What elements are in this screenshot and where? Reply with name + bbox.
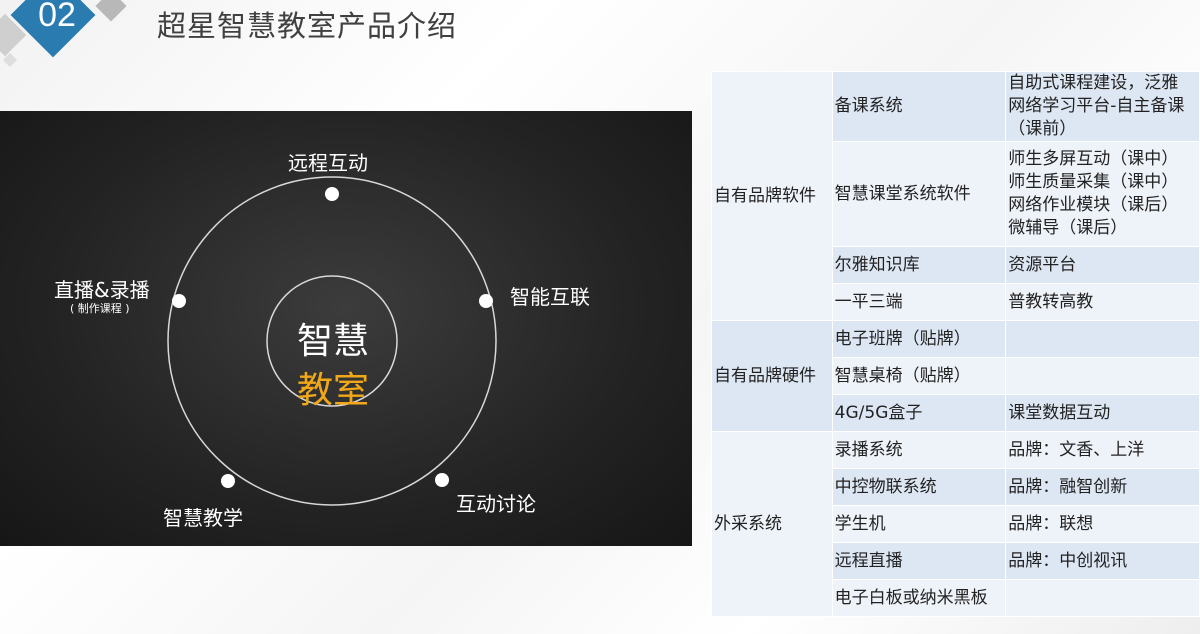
concept-diagram: 智慧 教室 远程互动 智能互联 互动讨论 智慧教学 直播&录播 ( 制作课程 ) <box>0 111 692 546</box>
desc-cell <box>1005 357 1200 395</box>
desc-cell: 品牌：文香、上洋 <box>1005 431 1200 469</box>
node-label-left: 直播&录播 <box>54 278 150 302</box>
node-dot-top <box>325 187 339 201</box>
group-cell-purchased: 外采系统 <box>711 431 833 617</box>
desc-cell: 品牌：联想 <box>1005 505 1200 543</box>
desc-line: 师生多屏互动（课中） <box>1008 149 1179 169</box>
node-label-bottom-right: 互动讨论 <box>456 492 536 516</box>
item-cell: 电子班牌（贴牌） <box>831 320 1007 358</box>
product-table: 自有品牌软件 备课系统 自助式课程建设，泛雅 网络学习平台-自主备课 （课前） … <box>711 71 1200 617</box>
section-number: 02 <box>38 0 76 34</box>
item-cell: 备课系统 <box>831 71 1007 142</box>
desc-cell: 自助式课程建设，泛雅 网络学习平台-自主备课 （课前） <box>1005 71 1200 142</box>
node-dot-right <box>479 294 493 308</box>
center-label-bottom: 教室 <box>296 370 369 411</box>
table-row: 外采系统 录播系统 品牌：文香、上洋 <box>711 431 1200 617</box>
item-cell: 尔雅知识库 <box>831 246 1007 284</box>
corner-decoration: 02 <box>0 0 150 70</box>
node-label-top: 远程互动 <box>288 151 368 175</box>
item-cell: 录播系统 <box>831 431 1007 469</box>
decor-square <box>95 0 127 22</box>
desc-cell: 普教转高教 <box>1005 283 1200 321</box>
desc-line: 自助式课程建设，泛雅 <box>1008 73 1179 93</box>
desc-cell: 品牌：融智创新 <box>1005 468 1200 506</box>
desc-cell: 品牌：中创视讯 <box>1005 542 1200 580</box>
item-cell: 学生机 <box>831 505 1007 543</box>
desc-line: 网络学习平台-自主备课 <box>1008 96 1185 116</box>
desc-cell <box>1005 320 1200 358</box>
desc-cell: 课堂数据互动 <box>1005 394 1200 432</box>
item-cell: 4G/5G盒子 <box>831 394 1007 432</box>
item-cell: 智慧课堂系统软件 <box>831 141 1007 247</box>
desc-cell: 师生多屏互动（课中） 师生质量采集（课中） 网络作业模块（课后） 微辅导（课后） <box>1005 141 1200 247</box>
item-cell: 智慧桌椅（贴牌） <box>831 357 1007 395</box>
page-title: 超星智慧教室产品介绍 <box>157 9 458 43</box>
desc-line: 微辅导（课后） <box>1008 218 1128 238</box>
item-cell: 电子白板或纳米黑板 <box>831 579 1007 617</box>
item-cell: 中控物联系统 <box>831 468 1007 506</box>
item-cell: 一平三端 <box>831 283 1007 321</box>
desc-cell: 资源平台 <box>1005 246 1200 284</box>
node-dot-bottom-left <box>221 474 235 488</box>
center-label-top: 智慧 <box>296 321 369 362</box>
desc-cell <box>1005 579 1200 617</box>
node-label-bottom-left: 智慧教学 <box>163 506 243 530</box>
desc-line: 网络作业模块（课后） <box>1008 195 1179 215</box>
table-row: 自有品牌硬件 电子班牌（贴牌） <box>711 320 1200 432</box>
node-dot-bottom-right <box>435 473 449 487</box>
node-sublabel-left: ( 制作课程 ) <box>70 302 130 315</box>
group-cell-software: 自有品牌软件 <box>711 71 833 321</box>
group-cell-hardware: 自有品牌硬件 <box>711 320 833 432</box>
node-dot-left <box>172 294 186 308</box>
desc-line: （课前） <box>1008 119 1077 139</box>
node-label-right: 智能互联 <box>510 285 590 309</box>
table-row: 自有品牌软件 备课系统 自助式课程建设，泛雅 网络学习平台-自主备课 （课前） <box>711 71 1200 321</box>
item-cell: 远程直播 <box>831 542 1007 580</box>
desc-line: 师生质量采集（课中） <box>1008 172 1179 192</box>
